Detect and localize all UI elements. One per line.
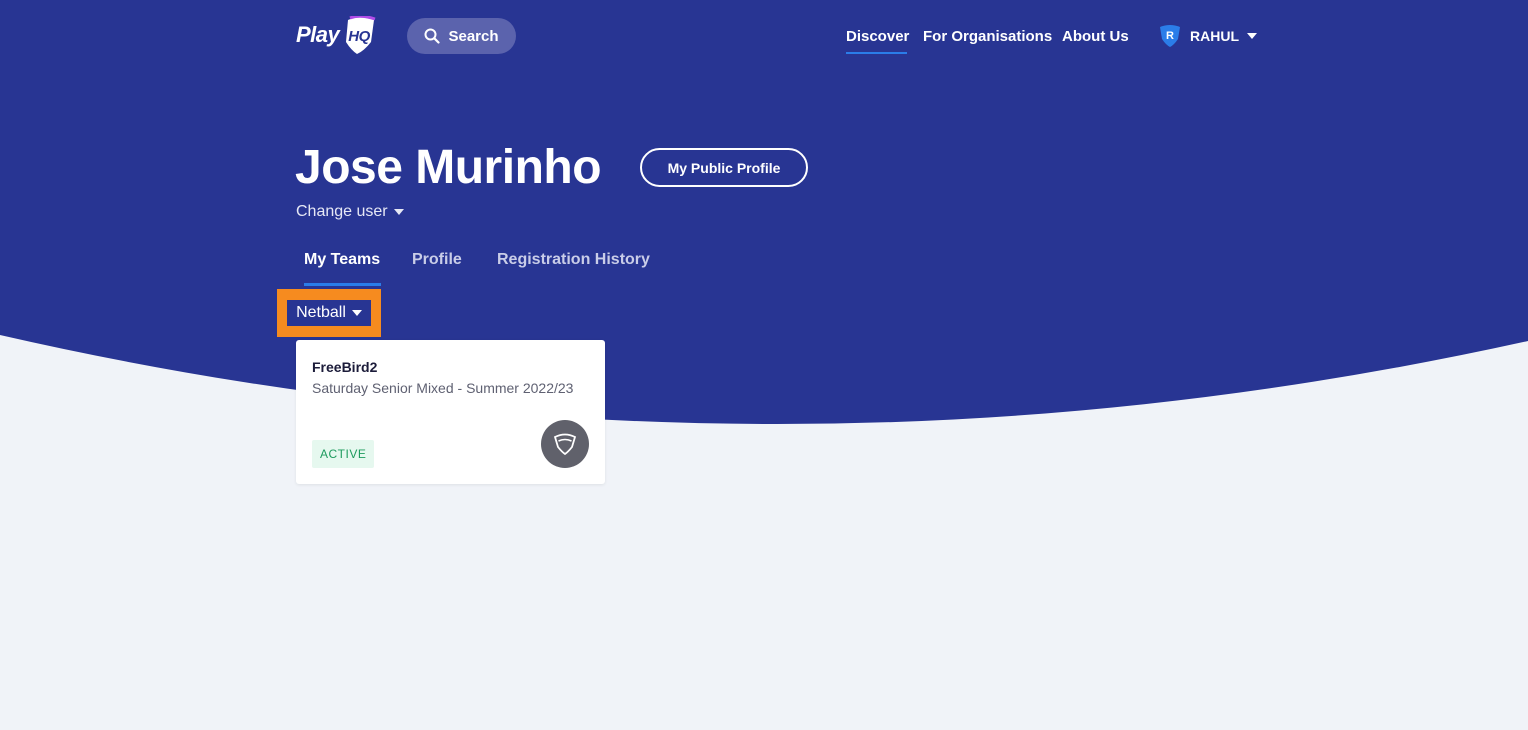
tab-active-underline (304, 283, 381, 286)
shield-icon (553, 433, 577, 455)
search-button[interactable]: Search (407, 18, 516, 54)
user-name: RAHUL (1190, 28, 1239, 44)
nav-discover[interactable]: Discover (846, 28, 909, 45)
nav-about-us[interactable]: About Us (1062, 28, 1129, 45)
logo-hq-text: HQ (348, 28, 370, 45)
team-logo (541, 420, 589, 468)
logo-play-text: Play (296, 22, 340, 47)
logo-shield-icon: HQ (346, 16, 376, 54)
chevron-down-icon (1247, 33, 1257, 39)
nav-active-underline (846, 52, 907, 54)
chevron-down-icon (351, 310, 362, 316)
search-icon (424, 28, 441, 44)
avatar-letter: R (1166, 30, 1174, 42)
sport-filter-label: Netball (296, 304, 346, 321)
status-badge: ACTIVE (312, 440, 375, 468)
user-avatar-shield-icon: R (1160, 25, 1180, 47)
team-card[interactable]: FreeBird2 Saturday Senior Mixed - Summer… (296, 340, 605, 484)
chevron-down-icon (393, 209, 404, 215)
search-label: Search (448, 27, 499, 45)
team-name: FreeBird2 (312, 359, 378, 375)
user-menu[interactable]: R RAHUL (1158, 24, 1257, 48)
tab-registration-history[interactable]: Registration History (497, 251, 650, 269)
change-user-label: Change user (296, 203, 388, 220)
nav-for-organisations[interactable]: For Organisations (923, 28, 1052, 45)
tab-profile[interactable]: Profile (412, 251, 462, 269)
tab-my-teams[interactable]: My Teams (304, 251, 380, 269)
hero-background (0, 0, 1528, 425)
change-user-dropdown[interactable]: Change user (296, 203, 404, 221)
team-competition: Saturday Senior Mixed - Summer 2022/23 (312, 380, 574, 396)
page-title: Jose Murinho (295, 141, 602, 194)
sport-filter-dropdown[interactable]: Netball (287, 300, 371, 326)
my-public-profile-button[interactable]: My Public Profile (640, 148, 808, 187)
